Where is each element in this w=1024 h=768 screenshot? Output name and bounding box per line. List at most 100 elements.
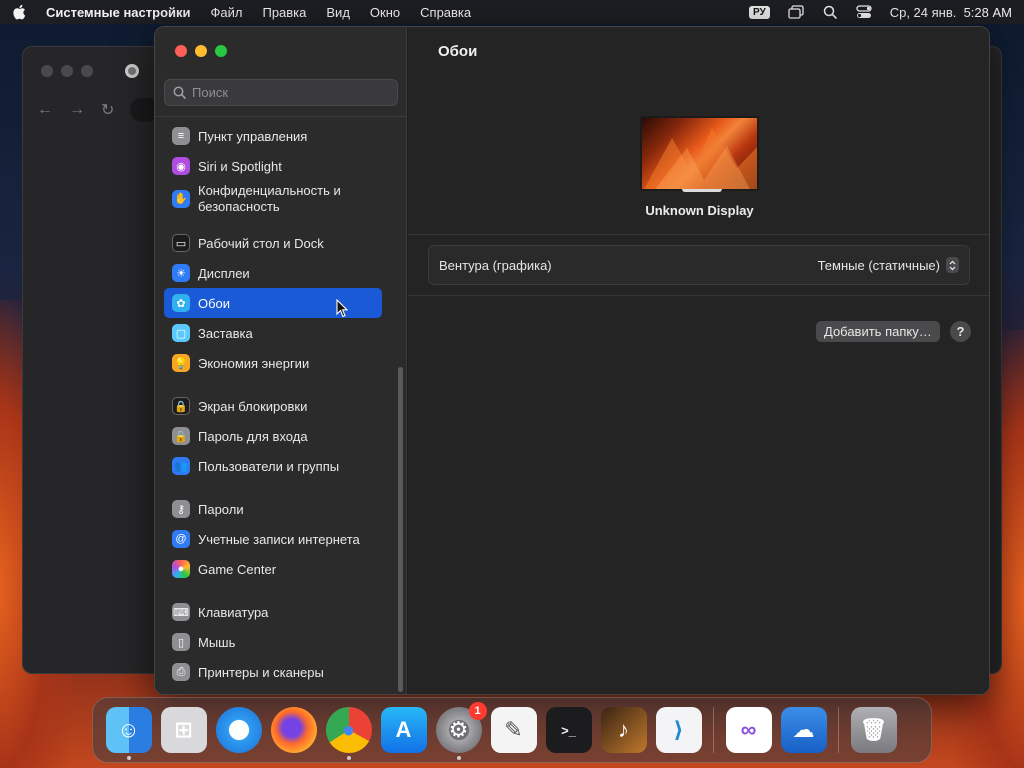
forward-arrow-icon[interactable]: → bbox=[69, 101, 85, 119]
search-input[interactable] bbox=[192, 85, 382, 100]
garageband-icon[interactable]: ♪ bbox=[600, 707, 647, 753]
sidebar-item-label: Game Center bbox=[198, 561, 277, 577]
screensaver-icon: ▢ bbox=[172, 324, 190, 342]
page-title: Обои bbox=[438, 43, 478, 60]
system-settings-window: ≡ Пункт управления ◉ Siri и Spotlight ✋ Конфи… bbox=[154, 26, 990, 695]
finder-icon[interactable]: ☺ bbox=[105, 707, 152, 760]
sidebar-item-label: Рабочий стол и Dock bbox=[198, 235, 324, 251]
sidebar-item-game-center[interactable]: ● Game Center bbox=[164, 554, 382, 584]
menu-file[interactable]: Файл bbox=[211, 5, 243, 20]
sidebar-item-label: Заставка bbox=[198, 325, 253, 341]
sidebar-item-login-password[interactable]: 🔒 Пароль для входа bbox=[164, 421, 382, 451]
sidebar-item-keyboard[interactable]: ⌨ Клавиатура bbox=[164, 597, 382, 627]
siri-icon: ◉ bbox=[172, 157, 190, 175]
sidebar-item-screensaver[interactable]: ▢ Заставка bbox=[164, 318, 382, 348]
sidebar-item-wallpaper[interactable]: ✿ Обои bbox=[164, 288, 382, 318]
sidebar-item-label: Дисплеи bbox=[198, 265, 250, 281]
sidebar-item-desktop-dock[interactable]: ▭ Рабочий стол и Dock bbox=[164, 228, 382, 258]
sidebar-item-privacy-hand[interactable]: ✋ Конфиденциальность и безопасность bbox=[164, 181, 382, 217]
control-center-menubar-icon[interactable] bbox=[856, 5, 872, 19]
game-center-icon: ● bbox=[172, 560, 190, 578]
back-arrow-icon[interactable]: ← bbox=[37, 101, 53, 119]
running-indicator bbox=[346, 756, 351, 760]
close-window-button[interactable] bbox=[175, 45, 187, 57]
minimize-button-inactive[interactable] bbox=[61, 65, 73, 77]
sidebar-item-label: Обои bbox=[198, 295, 231, 311]
display-stand bbox=[682, 189, 722, 192]
running-indicator bbox=[126, 756, 131, 760]
zoom-button-inactive[interactable] bbox=[81, 65, 93, 77]
menu-help[interactable]: Справка bbox=[420, 5, 471, 20]
zoom-window-button[interactable] bbox=[215, 45, 227, 57]
users-groups-icon: 👥 bbox=[172, 457, 190, 475]
chrome-tab-icon[interactable] bbox=[125, 64, 139, 78]
sidebar-item-displays[interactable]: ☀ Дисплеи bbox=[164, 258, 382, 288]
sidebar-item-siri[interactable]: ◉ Siri и Spotlight bbox=[164, 151, 382, 181]
sidebar-item-label: Siri и Spotlight bbox=[198, 158, 282, 174]
displays-icon: ☀ bbox=[172, 264, 190, 282]
vscode-icon[interactable]: ⟩ bbox=[655, 707, 702, 753]
wallpaper-pane: Обои Unknown Display Вентура (графика) Т… bbox=[408, 27, 989, 694]
app-store-icon[interactable]: A bbox=[380, 707, 427, 753]
sidebar-item-energy[interactable]: 💡 Экономия энергии bbox=[164, 348, 382, 378]
stage-manager-icon[interactable] bbox=[788, 5, 804, 19]
sidebar-item-label: Принтеры и сканеры bbox=[198, 664, 324, 680]
dock-separator bbox=[838, 707, 839, 753]
passwords-key-icon: ⚷ bbox=[172, 500, 190, 518]
popup-chevron-icon bbox=[946, 257, 959, 273]
lock-screen-icon: 🔒 bbox=[172, 397, 190, 415]
chrome-icon[interactable]: ● bbox=[325, 707, 372, 760]
desktop-dock-icon: ▭ bbox=[172, 234, 190, 252]
appearance-mode-popup[interactable]: Темные (статичные) bbox=[818, 257, 959, 273]
sidebar-item-control-center[interactable]: ≡ Пункт управления bbox=[164, 121, 382, 151]
safari-icon[interactable]: ✧ bbox=[215, 707, 262, 753]
settings-sidebar: ≡ Пункт управления ◉ Siri и Spotlight ✋ Конфи… bbox=[155, 27, 407, 694]
mouse-pointer-icon bbox=[336, 299, 348, 318]
running-indicator bbox=[456, 756, 461, 760]
sidebar-item-label: Экономия энергии bbox=[198, 355, 310, 371]
visual-studio-icon[interactable]: ∞ bbox=[725, 707, 772, 753]
sidebar-item-users-groups[interactable]: 👥 Пользователи и группы bbox=[164, 451, 382, 481]
minimize-window-button[interactable] bbox=[195, 45, 207, 57]
add-folder-button[interactable]: Добавить папку… bbox=[816, 321, 940, 342]
firefox-icon[interactable] bbox=[270, 707, 317, 753]
sidebar-item-mouse[interactable]: ▯ Мышь bbox=[164, 627, 382, 657]
sidebar-item-label: Пользователи и группы bbox=[198, 458, 340, 474]
sidebar-item-printers[interactable]: ⎙ Принтеры и сканеры bbox=[164, 657, 382, 687]
menu-window[interactable]: Окно bbox=[370, 5, 400, 20]
section-divider-top bbox=[408, 234, 989, 235]
sidebar-item-label: Клавиатура bbox=[198, 604, 269, 620]
launchpad-icon[interactable]: ⊞ bbox=[160, 707, 207, 753]
notification-badge: 1 bbox=[468, 702, 487, 720]
sidebar-item-label: Экран блокировки bbox=[198, 398, 308, 414]
energy-icon: 💡 bbox=[172, 354, 190, 372]
terminal-icon[interactable]: >_ bbox=[545, 707, 592, 753]
system-settings-icon[interactable]: ⚙ 1 bbox=[435, 702, 487, 760]
wallpaper-preview-thumbnail[interactable] bbox=[640, 116, 759, 191]
menu-edit[interactable]: Правка bbox=[262, 5, 306, 20]
input-source-badge[interactable]: РУ bbox=[748, 5, 770, 19]
section-divider-bottom bbox=[408, 295, 989, 296]
help-button[interactable]: ? bbox=[950, 321, 971, 342]
close-button-inactive[interactable] bbox=[41, 65, 53, 77]
menu-view[interactable]: Вид bbox=[326, 5, 350, 20]
sidebar-item-label: Конфиденциальность и безопасность bbox=[198, 183, 341, 214]
trash-icon[interactable]: 🗑 bbox=[850, 707, 897, 753]
sidebar-divider bbox=[155, 116, 407, 117]
sidebar-scrollbar[interactable] bbox=[398, 367, 403, 692]
sidebar-item-passwords-key[interactable]: ⚷ Пароли bbox=[164, 494, 382, 524]
apple-menu-icon[interactable] bbox=[12, 4, 26, 20]
menubar-clock[interactable]: Ср, 24 янв. 5:28 AM bbox=[890, 5, 1012, 20]
menu-bar: Системные настройки Файл Правка Вид Окно… bbox=[0, 0, 1024, 24]
reload-icon[interactable]: ↻ bbox=[101, 100, 114, 120]
sidebar-item-internet-accounts[interactable]: @ Учетные записи интернета bbox=[164, 524, 382, 554]
sidebar-item-label: Пункт управления bbox=[198, 128, 308, 144]
textedit-icon[interactable]: ✎ bbox=[490, 707, 537, 753]
spotlight-search-icon[interactable] bbox=[822, 5, 838, 19]
search-field[interactable] bbox=[164, 79, 398, 106]
weather-icon[interactable]: ☁ bbox=[780, 707, 827, 753]
wallpaper-icon: ✿ bbox=[172, 294, 190, 312]
menu-app-name[interactable]: Системные настройки bbox=[46, 5, 191, 20]
wallpaper-row: Вентура (графика) Темные (статичные) bbox=[428, 245, 970, 285]
sidebar-item-lock-screen[interactable]: 🔒 Экран блокировки bbox=[164, 391, 382, 421]
